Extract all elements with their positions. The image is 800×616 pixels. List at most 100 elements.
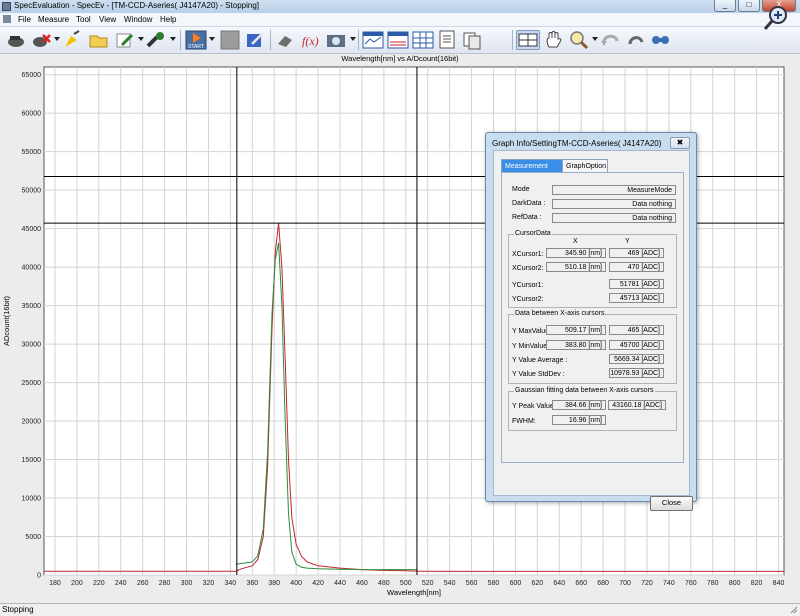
mode-label: Mode (512, 186, 530, 193)
function-icon[interactable]: f(x) (300, 30, 322, 50)
graph-overlay-icon[interactable] (387, 30, 409, 50)
minimize-button[interactable]: _ (714, 0, 736, 12)
close-button[interactable]: Close (650, 496, 693, 511)
hand-icon[interactable] (543, 30, 565, 50)
menu-window[interactable]: Window (124, 15, 152, 24)
xcursor1-x: 345.90 [nm] (546, 248, 606, 258)
window-title: SpecEvaluation - SpecEv - [TM-CCD-Aserie… (14, 1, 259, 10)
disconnect-icon[interactable] (30, 30, 52, 50)
menu-help[interactable]: Help (160, 15, 176, 24)
redo-icon[interactable] (625, 30, 647, 50)
x-tick-label: 680 (597, 580, 609, 587)
x-tick-label: 420 (312, 580, 324, 587)
app-icon (2, 2, 11, 11)
tab-measurement-info[interactable]: Measurement Info (501, 159, 563, 183)
title-bar: SpecEvaluation - SpecEv - [TM-CCD-Aserie… (0, 0, 800, 13)
tab-graph-option[interactable]: GraphOption (562, 159, 608, 173)
gaussian-fit-group: Gaussian fitting data between X-axis cur… (508, 387, 677, 431)
peak-y: 43160.18 [ADC] (608, 400, 666, 410)
x-tick-label: 580 (488, 580, 500, 587)
cursor-data-title: CursorData (514, 230, 552, 237)
svg-text:f(x): f(x) (302, 34, 319, 48)
menu-tool[interactable]: Tool (76, 15, 91, 24)
x-tick-label: 240 (115, 580, 127, 587)
x-tick-label: 780 (707, 580, 719, 587)
xcursor2-x: 510.18 [nm] (546, 262, 606, 272)
connect-icon[interactable] (5, 30, 27, 50)
ymin-y: 45700 [ADC] (609, 340, 664, 350)
report-icon[interactable] (437, 30, 459, 50)
write-icon[interactable] (244, 30, 266, 50)
x-tick-label: 400 (290, 580, 302, 587)
stop-icon[interactable] (220, 30, 240, 50)
mode-value: MeasureMode (552, 185, 676, 195)
start-icon[interactable]: START (185, 30, 207, 50)
y-tick-label: 40000 (22, 265, 42, 272)
between-cursors-group: Data between X-axis cursors Y MaxValue :… (508, 310, 677, 384)
menu-measure[interactable]: Measure (38, 15, 69, 24)
clean-icon[interactable] (62, 30, 82, 50)
x-tick-label: 180 (49, 580, 61, 587)
x-tick-label: 600 (510, 580, 522, 587)
edit-icon[interactable] (114, 30, 136, 50)
ycursor1-y: 51781 [ADC] (609, 279, 664, 289)
ycursor2-y: 45713 [ADC] (609, 293, 664, 303)
ref-data-label: RefData : (512, 214, 542, 221)
x-tick-label: 520 (422, 580, 434, 587)
dialog-close-icon[interactable]: ✖ (670, 137, 690, 149)
start-label: START (188, 44, 204, 50)
x-tick-label: 440 (334, 580, 346, 587)
y-tick-label: 60000 (22, 111, 42, 118)
y-tick-label: 30000 (22, 342, 42, 349)
undo-icon[interactable] (600, 30, 622, 50)
dialog-title: Graph Info/SettingTM-CCD-Aseries( J4147A… (492, 139, 662, 148)
cursor-icon[interactable] (516, 30, 540, 50)
mdi-child-icon[interactable] (3, 15, 11, 23)
copy-icon[interactable] (461, 30, 483, 50)
y-tick-label: 0 (37, 573, 41, 580)
menu-bar: File Measure Tool View Window Help (0, 13, 800, 27)
cable-icon[interactable] (145, 30, 167, 50)
ymax-x: 509.17 [nm] (546, 325, 606, 335)
x-tick-label: 800 (729, 580, 741, 587)
grid-view-icon[interactable] (412, 30, 434, 50)
col-y-header: Y (625, 238, 630, 245)
graph-info-dialog: Graph Info/SettingTM-CCD-Aseries( J4147A… (485, 132, 697, 511)
chart-title: Wavelength[nm] vs A/Dcount(16bit) (341, 54, 459, 63)
open-folder-icon[interactable] (88, 30, 110, 50)
measurement-info-panel: Mode MeasureMode DarkData : Data nothing… (501, 172, 684, 463)
x-tick-label: 320 (203, 580, 215, 587)
x-tick-label: 740 (663, 580, 675, 587)
ymin-x: 383.80 [nm] (546, 340, 606, 350)
ystd-y: 10978.93 [ADC] (609, 368, 664, 378)
x-tick-label: 200 (71, 580, 83, 587)
camera-icon[interactable] (325, 30, 347, 50)
yavg-label: Y Value Average : (512, 357, 568, 364)
cursor-data-group: CursorData X Y XCursor1: 345.90 [nm] 469… (508, 230, 677, 308)
y-tick-label: 5000 (25, 534, 41, 541)
y-axis-label: ADcount(16bit) (2, 295, 11, 346)
graph-view-icon[interactable] (362, 30, 384, 50)
gaussian-fit-title: Gaussian fitting data between X-axis cur… (514, 387, 655, 394)
ystd-label: Y Value StdDev : (512, 371, 565, 378)
x-tick-label: 280 (159, 580, 171, 587)
x-tick-label: 340 (225, 580, 237, 587)
resize-grip-icon[interactable] (790, 606, 798, 614)
fit-icon[interactable] (650, 30, 672, 50)
x-tick-label: 480 (378, 580, 390, 587)
zoom-icon[interactable] (568, 30, 590, 50)
dark-data-label: DarkData : (512, 200, 546, 207)
menu-view[interactable]: View (99, 15, 116, 24)
ycursor2-label: YCursor2: (512, 296, 544, 303)
x-tick-label: 620 (531, 580, 543, 587)
link-icon[interactable] (275, 30, 297, 50)
menu-file[interactable]: File (18, 15, 31, 24)
xcursor2-label: XCursor2: (512, 265, 544, 272)
x-tick-label: 300 (181, 580, 193, 587)
x-tick-label: 460 (356, 580, 368, 587)
dialog-body: Measurement Info GraphOption Mode Measur… (493, 150, 693, 511)
xcursor1-y: 469 [ADC] (609, 248, 664, 258)
x-tick-label: 820 (751, 580, 763, 587)
maximize-button[interactable]: □ (738, 0, 760, 12)
x-tick-label: 220 (93, 580, 105, 587)
